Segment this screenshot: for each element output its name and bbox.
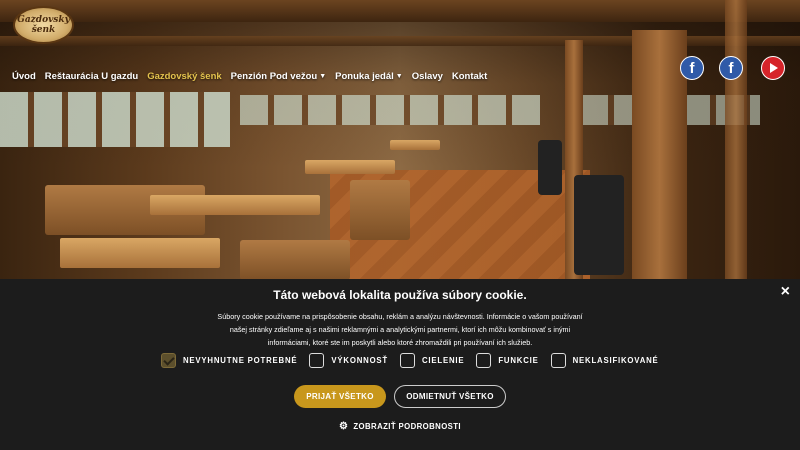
cookie-option-unclassified[interactable]: NEKLASIFIKOVANÉ (550, 353, 659, 368)
chevron-down-icon: ▼ (395, 73, 403, 80)
nav-item-kontakt[interactable]: Kontakt (452, 71, 487, 82)
cookie-option-functionality[interactable]: FUNKCIE (476, 353, 538, 368)
checkbox[interactable] (400, 353, 415, 368)
logo-text-line2: šenk (31, 25, 56, 35)
nav-item-oslavy[interactable]: Oslavy (412, 71, 443, 82)
accept-all-button[interactable]: PRIJAŤ VŠETKO (294, 385, 386, 408)
table (60, 238, 220, 268)
checkbox[interactable] (309, 353, 325, 368)
facebook-icon[interactable]: f (680, 56, 704, 80)
checkbox[interactable] (476, 353, 492, 368)
patio-heater (538, 140, 562, 195)
logo-text-line1: Gazdovský (17, 15, 70, 25)
table (150, 195, 320, 215)
cookie-banner: × Táto webová lokalita používa súbory co… (0, 279, 800, 450)
window-row (0, 92, 230, 147)
cookie-option-targeting[interactable]: CIELENIE (400, 353, 464, 368)
ceiling-beam (0, 0, 800, 22)
chevron-down-icon: ▼ (319, 73, 327, 80)
cookie-options: NEVYHNUTNE POTREBNÉ VÝKONNOSŤ CIELENIE F… (161, 353, 671, 368)
patio-heater (574, 175, 624, 275)
show-details-label: ZOBRAZIŤ PODROBNOSTI (353, 422, 461, 431)
cookie-description: Súbory cookie používame na prispôsobenie… (217, 312, 583, 347)
main-nav: Úvod Reštaurácia U gazdu Gazdovský šenk … (12, 71, 496, 82)
table (305, 160, 395, 174)
nav-item-gazdovsky-senk[interactable]: Gazdovský šenk (147, 71, 221, 82)
checkbox-checked[interactable] (161, 353, 176, 368)
chair (240, 240, 350, 280)
window-row (240, 95, 540, 125)
cookie-option-necessary[interactable]: NEVYHNUTNE POTREBNÉ (161, 353, 297, 368)
gear-icon: ⚙ (339, 421, 349, 432)
nav-item-ponuka-jedal[interactable]: Ponuka jedál ▼ (335, 71, 403, 82)
reject-all-button[interactable]: ODMIETNUŤ VŠETKO (394, 385, 506, 408)
pillar (632, 30, 687, 280)
pillar (725, 0, 747, 280)
site-logo[interactable]: Gazdovský šenk (13, 6, 74, 44)
cookie-option-performance[interactable]: VÝKONNOSŤ (309, 353, 388, 368)
hero-image (0, 0, 800, 280)
checkbox[interactable] (550, 353, 566, 368)
cookie-title: Táto webová lokalita používa súbory cook… (273, 288, 527, 302)
table (390, 140, 440, 150)
nav-item-restauracia[interactable]: Reštaurácia U gazdu (45, 71, 138, 82)
nav-item-penzion[interactable]: Penzión Pod vežou ▼ (231, 71, 327, 82)
facebook-icon[interactable]: f (719, 56, 743, 80)
youtube-icon[interactable] (761, 56, 785, 80)
show-details-link[interactable]: ⚙ ZOBRAZIŤ PODROBNOSTI (0, 421, 800, 432)
nav-item-uvod[interactable]: Úvod (12, 71, 36, 82)
chair (350, 180, 410, 240)
